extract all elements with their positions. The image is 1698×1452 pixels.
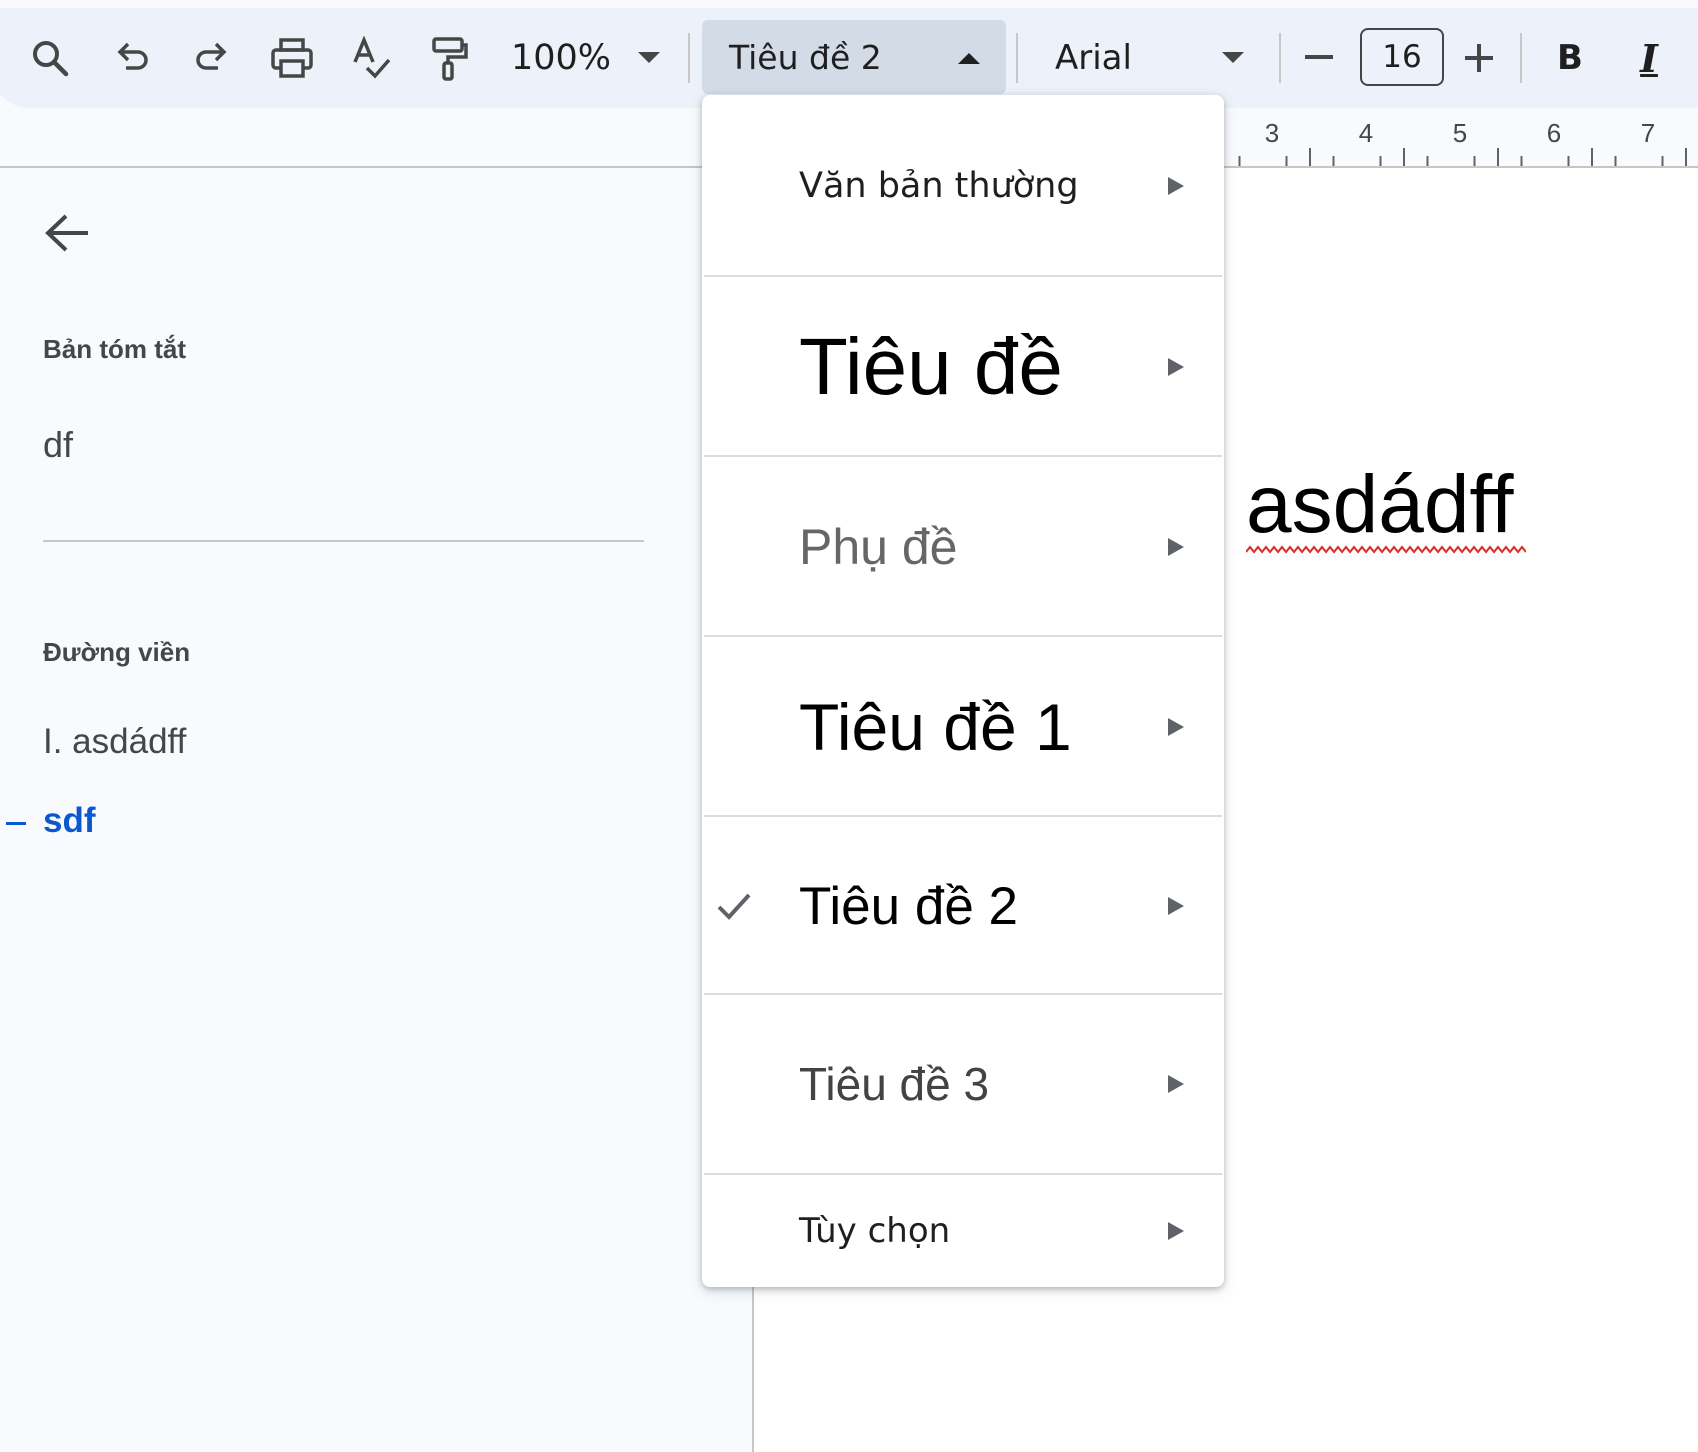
- italic-icon[interactable]: I: [1632, 30, 1666, 86]
- submenu-arrow-icon: [1168, 358, 1184, 376]
- back-arrow-icon[interactable]: [44, 212, 90, 259]
- ruler-number: 3: [1265, 118, 1279, 148]
- summary-heading: Bản tóm tắt: [43, 334, 186, 364]
- menu-item-label: Tùy chọn: [799, 1211, 951, 1251]
- menu-item-label: Tiêu đề 1: [799, 690, 1072, 764]
- menu-item-normal-text[interactable]: Văn bản thường: [702, 95, 1224, 277]
- toolbar-divider: [1016, 33, 1018, 83]
- sidebar-divider: [43, 540, 644, 542]
- menu-item-subtitle[interactable]: Phụ đề: [702, 457, 1224, 637]
- outline-active-indicator: [6, 822, 26, 825]
- ruler-number: 7: [1641, 118, 1655, 148]
- font-size-input[interactable]: 16: [1360, 28, 1444, 86]
- ruler-number: 4: [1359, 118, 1373, 148]
- toolbar-divider: [1279, 33, 1281, 83]
- spelling-error-underline: [1246, 545, 1526, 554]
- font-family-value[interactable]: Arial: [1055, 30, 1132, 86]
- outline-heading: Đường viền: [43, 637, 191, 667]
- toolbar-divider: [688, 33, 690, 83]
- toolbar-divider: [1520, 33, 1522, 83]
- horizontal-ruler[interactable]: 3 4 5 6 7: [1220, 118, 1698, 168]
- redo-icon[interactable]: [190, 30, 234, 86]
- menu-item-options[interactable]: Tùy chọn: [702, 1175, 1224, 1287]
- submenu-arrow-icon: [1168, 1222, 1184, 1240]
- caret-up-icon: [958, 52, 980, 70]
- paint-format-icon[interactable]: [426, 30, 470, 86]
- outline-item[interactable]: I. asdádff: [43, 722, 186, 762]
- outline-item-active[interactable]: sdf: [43, 801, 96, 841]
- font-dropdown-caret-icon[interactable]: [1220, 30, 1246, 86]
- ruler-number: 5: [1453, 118, 1467, 148]
- menu-item-label: Tiêu đề 2: [799, 876, 1019, 936]
- submenu-arrow-icon: [1168, 538, 1184, 556]
- increase-font-size-icon[interactable]: [1464, 30, 1494, 86]
- submenu-arrow-icon: [1168, 1075, 1184, 1093]
- paragraph-style-value: Tiêu đề 2: [729, 37, 882, 77]
- menu-item-label: Tiêu đề: [799, 322, 1063, 411]
- decrease-font-size-icon[interactable]: [1304, 30, 1334, 86]
- summary-text[interactable]: df: [43, 424, 73, 466]
- menu-item-heading-2[interactable]: Tiêu đề 2: [702, 817, 1224, 995]
- menu-item-title[interactable]: Tiêu đề: [702, 277, 1224, 457]
- spellcheck-icon[interactable]: [350, 30, 394, 86]
- print-icon[interactable]: [268, 30, 316, 86]
- zoom-dropdown-caret-icon[interactable]: [634, 30, 664, 86]
- menu-item-label: Phụ đề: [799, 519, 958, 575]
- menu-item-label: Văn bản thường: [799, 166, 1079, 206]
- zoom-value[interactable]: 100%: [511, 30, 611, 86]
- document-heading[interactable]: asdádff: [1246, 458, 1514, 552]
- bold-icon[interactable]: B: [1553, 30, 1587, 86]
- paragraph-style-menu: Văn bản thường Tiêu đề Phụ đề Tiêu đề 1 …: [702, 95, 1224, 1287]
- search-icon[interactable]: [28, 30, 72, 86]
- paragraph-style-select[interactable]: Tiêu đề 2: [702, 20, 1006, 94]
- ruler-number: 6: [1547, 118, 1561, 148]
- checkmark-icon: [716, 888, 752, 929]
- undo-icon[interactable]: [110, 30, 154, 86]
- submenu-arrow-icon: [1168, 897, 1184, 915]
- menu-item-label: Tiêu đề 3: [799, 1058, 990, 1110]
- menu-item-heading-1[interactable]: Tiêu đề 1: [702, 637, 1224, 817]
- submenu-arrow-icon: [1168, 718, 1184, 736]
- menu-item-heading-3[interactable]: Tiêu đề 3: [702, 995, 1224, 1173]
- submenu-arrow-icon: [1168, 177, 1184, 195]
